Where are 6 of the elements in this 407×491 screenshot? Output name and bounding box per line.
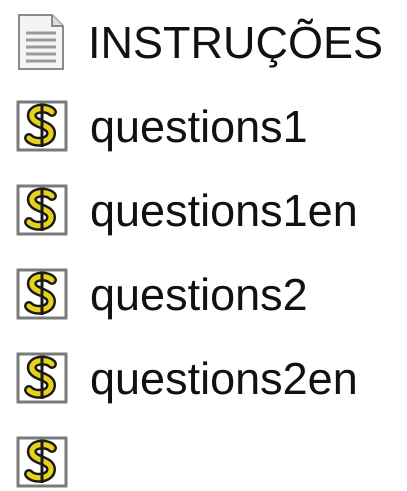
script-icon: [16, 184, 68, 236]
script-icon: [16, 436, 68, 488]
script-icon: [16, 268, 68, 320]
script-icon: [16, 100, 68, 152]
document-icon: [16, 13, 66, 71]
script-icon: [16, 352, 68, 404]
